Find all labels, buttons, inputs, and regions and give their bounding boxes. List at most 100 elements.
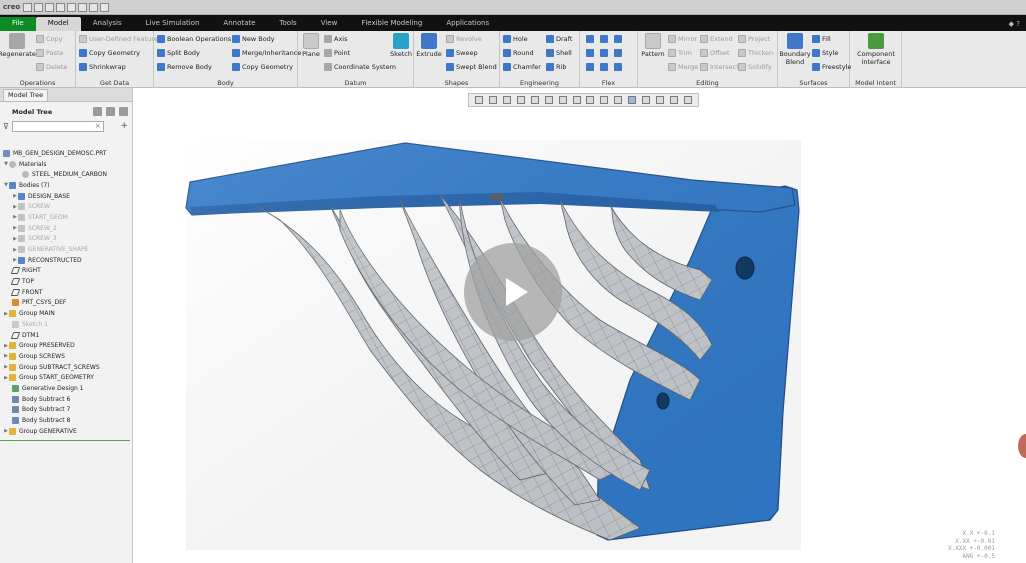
flex-attach-icon[interactable] (614, 63, 622, 71)
offset-button[interactable]: Offset (700, 49, 730, 57)
round-button[interactable]: Round (503, 49, 534, 57)
project-button[interactable]: Project (738, 35, 770, 43)
tree-search-input[interactable] (11, 120, 104, 132)
tab-flexible-modeling[interactable]: Flexible Modeling (349, 17, 434, 31)
body-copy-geometry-button[interactable]: Copy Geometry (232, 63, 293, 71)
flex-substitute-icon[interactable] (586, 49, 594, 57)
mirror-button[interactable]: Mirror (668, 35, 697, 43)
flex-pattern-icon[interactable] (586, 63, 594, 71)
new-icon[interactable] (23, 2, 33, 12)
group-model-intent-label[interactable]: Model Intent (850, 79, 901, 87)
revolve-button[interactable]: Revolve (446, 35, 482, 43)
tab-analysis[interactable]: Analysis (81, 17, 134, 31)
annotation-display-icon[interactable] (600, 96, 609, 104)
graphics-area[interactable] (134, 108, 1026, 563)
tab-live-simulation[interactable]: Live Simulation (134, 17, 212, 31)
measure-icon[interactable] (656, 96, 665, 104)
sketch-button[interactable]: Sketch (390, 33, 412, 58)
pause-icon[interactable] (670, 96, 679, 104)
regenerate-icon[interactable] (78, 2, 88, 12)
tree-item-sketch[interactable]: Sketch 1 (0, 319, 133, 330)
tree-item-group[interactable]: ▶ Group SCREWS (0, 351, 133, 362)
undo-icon[interactable] (56, 2, 66, 12)
group-datum-label[interactable]: Datum (298, 79, 413, 87)
paste-button[interactable]: Paste (36, 49, 64, 57)
tree-item-generative-design[interactable]: Generative Design 1 (0, 383, 133, 394)
view-manager-icon[interactable] (572, 96, 581, 104)
tree-item-datum-plane[interactable]: FRONT (0, 287, 133, 298)
tab-file[interactable]: File (0, 17, 36, 31)
tree-item-datum-plane[interactable]: DTM1 (0, 330, 133, 341)
shrinkwrap-button[interactable]: Shrinkwrap (79, 63, 126, 71)
group-operations-label[interactable]: Operations (0, 79, 75, 87)
copy-button[interactable]: Copy (36, 35, 63, 43)
zoom-out-icon[interactable] (502, 96, 511, 104)
fill-button[interactable]: Fill (812, 35, 831, 43)
tree-item-body[interactable]: ▶ RECONSTRUCTED (0, 255, 133, 266)
tree-item-group[interactable]: ▶ Group MAIN (0, 308, 133, 319)
datum-display-icon[interactable] (586, 96, 595, 104)
point-button[interactable]: Point (324, 49, 350, 57)
tree-item-body[interactable]: ▶ SCREW_3 (0, 234, 133, 245)
help-icon[interactable]: ◆ ? (1009, 20, 1026, 31)
tree-item-csys[interactable]: PRT_CSYS_DEF (0, 298, 133, 309)
refit-icon[interactable] (474, 96, 483, 104)
solidify-button[interactable]: Solidify (738, 63, 772, 71)
tree-show-icon[interactable] (119, 107, 128, 116)
new-body-button[interactable]: New Body (232, 35, 275, 43)
display-style-icon[interactable] (544, 96, 553, 104)
group-engineering-label[interactable]: Engineering (500, 79, 579, 87)
saved-orientations-icon[interactable] (558, 96, 567, 104)
trim-button[interactable]: Trim (668, 49, 692, 57)
perspective-icon[interactable] (530, 96, 539, 104)
extrude-button[interactable]: Extrude (416, 33, 442, 58)
tab-model-tree[interactable]: Model Tree (3, 88, 49, 101)
pattern-button[interactable]: Pattern (640, 33, 666, 58)
hole-button[interactable]: Hole (503, 35, 528, 43)
boundary-blend-button[interactable]: Boundary Blend (779, 33, 811, 66)
section-icon[interactable] (642, 96, 651, 104)
remove-body-button[interactable]: Remove Body (157, 63, 212, 71)
close-window-icon[interactable] (100, 2, 110, 12)
chamfer-button[interactable]: Chamfer (503, 63, 541, 71)
save-icon[interactable] (45, 2, 55, 12)
tree-item-body-subtract[interactable]: Body Subtract 8 (0, 415, 133, 426)
open-icon[interactable] (34, 2, 44, 12)
tree-item-materials[interactable]: ▼ Materials (0, 159, 133, 170)
redo-icon[interactable] (67, 2, 77, 12)
tree-filter-settings-icon[interactable] (93, 107, 102, 116)
extend-button[interactable]: Extend (700, 35, 733, 43)
spin-center-icon[interactable] (614, 96, 623, 104)
repaint-icon[interactable] (516, 96, 525, 104)
tree-item-group[interactable]: ▶ Group START_GEOMETRY (0, 372, 133, 383)
delete-button[interactable]: Delete (36, 63, 67, 71)
boolean-operations-button[interactable]: Boolean Operations (157, 35, 231, 43)
tab-model[interactable]: Model (35, 17, 81, 31)
tab-applications[interactable]: Applications (434, 17, 501, 31)
tree-item-body[interactable]: ▶ DESIGN_BASE (0, 191, 133, 202)
thicken-button[interactable]: Thicken (738, 49, 773, 57)
style-button[interactable]: Style (812, 49, 838, 57)
windows-icon[interactable] (89, 2, 99, 12)
regenerate-button[interactable]: Regenerate (0, 33, 36, 58)
freestyle-button[interactable]: Freestyle (812, 63, 851, 71)
settings-icon[interactable] (684, 96, 693, 104)
merge-inheritance-button[interactable]: Merge/Inheritance (232, 49, 301, 57)
tree-item-body[interactable]: ▶ SCREW (0, 201, 133, 212)
shell-button[interactable]: Shell (546, 49, 572, 57)
flex-mirror-icon[interactable] (600, 63, 608, 71)
tab-view[interactable]: View (309, 17, 350, 31)
filter-icon[interactable]: ⊽ (3, 122, 9, 131)
tree-item-part[interactable]: MB_GEN_DESIGN_DEMOSC.PRT (0, 148, 133, 159)
plane-button[interactable]: Plane (300, 33, 322, 58)
group-get-data-label[interactable]: Get Data (76, 79, 153, 87)
tab-annotate[interactable]: Annotate (211, 17, 267, 31)
tree-item-body[interactable]: ▶ START_GEOM (0, 212, 133, 223)
tree-item-group[interactable]: ▶ Group SUBTRACT_SCREWS (0, 362, 133, 373)
tab-tools[interactable]: Tools (267, 17, 308, 31)
tree-item-body[interactable]: ▶ GENERATIVE_SHAPE (0, 244, 133, 255)
coordinate-system-button[interactable]: Coordinate System (324, 63, 396, 71)
group-surfaces-label[interactable]: Surfaces (778, 79, 849, 87)
merge-button[interactable]: Merge (668, 63, 698, 71)
flex-remove-icon[interactable] (614, 49, 622, 57)
